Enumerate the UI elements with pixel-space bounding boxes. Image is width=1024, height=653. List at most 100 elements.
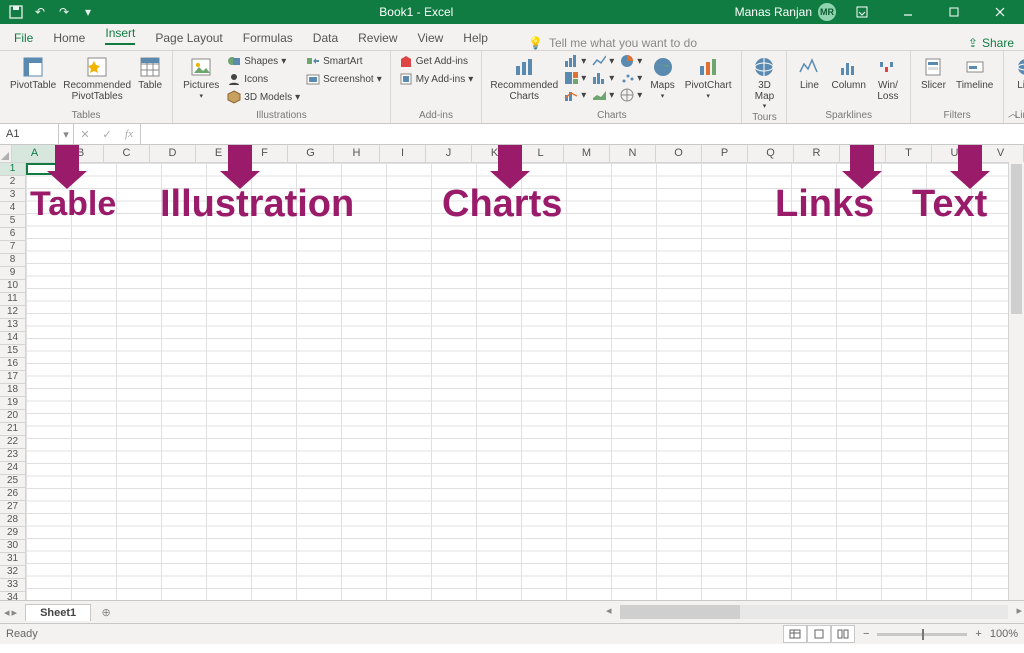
maps-button[interactable]: Maps▾ xyxy=(646,53,678,102)
column-header[interactable]: G xyxy=(288,145,334,162)
tab-view[interactable]: View xyxy=(408,26,454,50)
collapse-ribbon-icon[interactable]: ︿ xyxy=(1008,105,1018,120)
row-header[interactable]: 4 xyxy=(0,202,25,215)
tab-review[interactable]: Review xyxy=(348,26,407,50)
sheet-tab[interactable]: Sheet1 xyxy=(25,604,91,621)
zoom-slider[interactable] xyxy=(877,633,967,636)
smartart-button[interactable]: SmartArt xyxy=(304,53,384,69)
row-header[interactable]: 24 xyxy=(0,462,25,475)
prev-sheet-icon[interactable]: ◂ xyxy=(4,606,10,619)
recommended-charts-button[interactable]: Recommended Charts xyxy=(488,53,560,104)
screenshot-button[interactable]: Screenshot ▾ xyxy=(304,71,384,87)
row-header[interactable]: 10 xyxy=(0,280,25,293)
3d-map-button[interactable]: 3D Map▾ xyxy=(748,53,780,112)
pivotchart-button[interactable]: PivotChart▾ xyxy=(681,53,736,102)
surface-chart-button[interactable]: ▾ xyxy=(590,87,616,103)
scroll-left-icon[interactable]: ◂ xyxy=(606,604,612,617)
column-header[interactable]: L xyxy=(518,145,564,162)
zoom-in-icon[interactable]: + xyxy=(975,628,981,640)
sparkline-line-button[interactable]: Line xyxy=(793,53,825,94)
tab-home[interactable]: Home xyxy=(43,26,95,50)
column-header[interactable]: C xyxy=(104,145,150,162)
row-header[interactable]: 28 xyxy=(0,514,25,527)
timeline-button[interactable]: Timeline xyxy=(952,53,997,94)
new-sheet-button[interactable]: ⊕ xyxy=(97,603,115,621)
next-sheet-icon[interactable]: ▸ xyxy=(12,606,18,619)
column-header[interactable]: R xyxy=(794,145,840,162)
name-box[interactable]: A1 xyxy=(0,124,59,144)
column-header[interactable]: O xyxy=(656,145,702,162)
user-avatar[interactable]: MR xyxy=(818,3,836,21)
row-header[interactable]: 17 xyxy=(0,371,25,384)
page-break-view-button[interactable] xyxy=(831,625,855,643)
user-name[interactable]: Manas Ranjan xyxy=(735,5,812,19)
column-header[interactable]: M xyxy=(564,145,610,162)
tab-insert[interactable]: Insert xyxy=(95,21,145,50)
row-header[interactable]: 5 xyxy=(0,215,25,228)
row-header[interactable]: 12 xyxy=(0,306,25,319)
row-header[interactable]: 3 xyxy=(0,189,25,202)
page-layout-view-button[interactable] xyxy=(807,625,831,643)
zoom-out-icon[interactable]: − xyxy=(863,628,869,640)
row-header[interactable]: 34 xyxy=(0,592,25,600)
tab-formulas[interactable]: Formulas xyxy=(233,26,303,50)
row-header[interactable]: 32 xyxy=(0,566,25,579)
row-header[interactable]: 20 xyxy=(0,410,25,423)
tab-data[interactable]: Data xyxy=(303,26,348,50)
row-header[interactable]: 14 xyxy=(0,332,25,345)
table-button[interactable]: Table xyxy=(134,53,166,94)
column-header[interactable]: A xyxy=(12,145,58,162)
row-header[interactable]: 33 xyxy=(0,579,25,592)
column-header[interactable]: Q xyxy=(748,145,794,162)
sparkline-column-button[interactable]: Column xyxy=(827,53,869,94)
my-addins-button[interactable]: My Add-ins ▾ xyxy=(397,71,476,87)
shapes-button[interactable]: Shapes ▾ xyxy=(225,53,302,69)
scroll-right-icon[interactable]: ▸ xyxy=(1016,604,1022,617)
pivottable-button[interactable]: PivotTable xyxy=(6,53,60,94)
row-header[interactable]: 13 xyxy=(0,319,25,332)
column-header[interactable]: V xyxy=(978,145,1024,162)
radar-chart-button[interactable]: ▾ xyxy=(618,87,644,103)
column-header[interactable]: J xyxy=(426,145,472,162)
enter-formula-icon[interactable]: ✓ xyxy=(96,128,118,141)
zoom-level[interactable]: 100% xyxy=(990,628,1018,640)
column-header[interactable]: T xyxy=(886,145,932,162)
row-header[interactable]: 26 xyxy=(0,488,25,501)
statistic-chart-button[interactable]: ▾ xyxy=(590,70,616,86)
redo-icon[interactable]: ↷ xyxy=(54,2,74,22)
column-chart-button[interactable]: ▾ xyxy=(562,53,588,69)
combo-chart-button[interactable]: ▾ xyxy=(562,87,588,103)
row-header[interactable]: 31 xyxy=(0,553,25,566)
recommended-pivottables-button[interactable]: Recommended PivotTables xyxy=(62,53,132,104)
undo-icon[interactable]: ↶ xyxy=(30,2,50,22)
cancel-formula-icon[interactable]: ✕ xyxy=(74,128,96,141)
row-header[interactable]: 21 xyxy=(0,423,25,436)
row-header[interactable]: 30 xyxy=(0,540,25,553)
scatter-chart-button[interactable]: ▾ xyxy=(618,70,644,86)
row-header[interactable]: 8 xyxy=(0,254,25,267)
column-header[interactable]: N xyxy=(610,145,656,162)
name-box-dropdown-icon[interactable]: ▾ xyxy=(59,124,74,144)
tell-me-search[interactable]: 💡 Tell me what you want to do xyxy=(528,36,697,50)
icons-button[interactable]: Icons xyxy=(225,71,302,87)
maximize-icon[interactable] xyxy=(934,0,974,24)
row-header[interactable]: 6 xyxy=(0,228,25,241)
tab-file[interactable]: File xyxy=(4,26,43,50)
column-header[interactable]: P xyxy=(702,145,748,162)
tab-help[interactable]: Help xyxy=(453,26,498,50)
link-button[interactable]: Link▾ xyxy=(1010,53,1024,102)
save-icon[interactable] xyxy=(6,2,26,22)
close-icon[interactable] xyxy=(980,0,1020,24)
vertical-scrollbar[interactable] xyxy=(1008,162,1024,600)
line-chart-button[interactable]: ▾ xyxy=(590,53,616,69)
row-header[interactable]: 18 xyxy=(0,384,25,397)
row-header[interactable]: 11 xyxy=(0,293,25,306)
column-header[interactable]: D xyxy=(150,145,196,162)
formula-input[interactable] xyxy=(141,124,1024,144)
cells-area[interactable] xyxy=(26,163,1024,600)
row-header[interactable]: 2 xyxy=(0,176,25,189)
ribbon-options-icon[interactable] xyxy=(842,0,882,24)
share-button[interactable]: ⇪ Share xyxy=(968,36,1014,50)
select-all-button[interactable] xyxy=(0,145,12,162)
row-header[interactable]: 23 xyxy=(0,449,25,462)
